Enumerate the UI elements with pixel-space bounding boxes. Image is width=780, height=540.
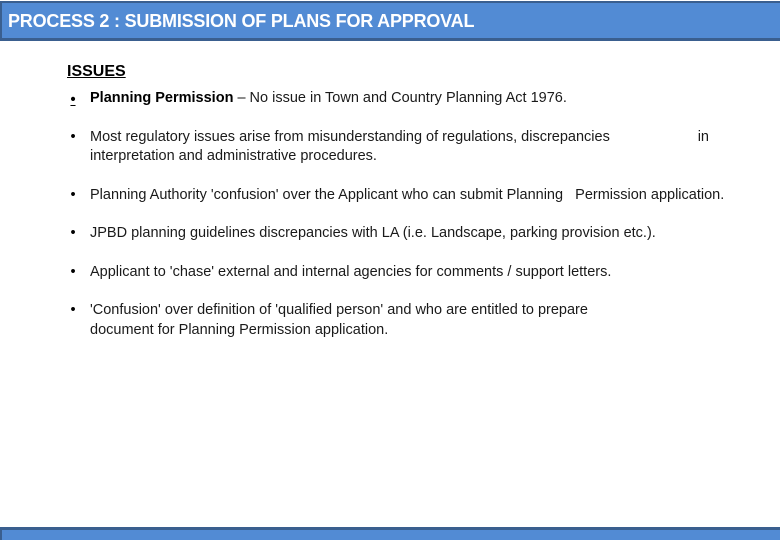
issue-text: Applicant to 'chase' external and intern… — [90, 263, 612, 280]
issue-text-line1: Most regulatory issues arise from misund… — [90, 128, 727, 148]
bullet-icon: • — [70, 302, 76, 318]
issue-text-tail: in — [697, 128, 709, 145]
issue-text: JPBD planning guidelines discrepancies w… — [90, 225, 656, 241]
content-area: ISSUES • Planning Permission – No issue … — [67, 62, 727, 340]
list-item: • JPBD planning guidelines discrepancies… — [67, 224, 727, 244]
title-bar: PROCESS 2 : SUBMISSION OF PLANS FOR APPR… — [0, 1, 780, 41]
list-item: • Most regulatory issues arise from misu… — [67, 128, 727, 167]
slide-title: PROCESS 2 : SUBMISSION OF PLANS FOR APPR… — [8, 11, 475, 31]
issues-list: • Planning Permission – No issue in Town… — [67, 89, 727, 340]
bullet-icon: • — [70, 128, 76, 145]
footer-bar — [0, 527, 780, 540]
list-item: • Applicant to 'chase' external and inte… — [67, 263, 727, 283]
list-item: • Planning Authority 'confusion' over th… — [67, 186, 727, 206]
issue-text: Most regulatory issues arise from misund… — [90, 128, 610, 145]
issues-heading: ISSUES — [67, 63, 126, 80]
issue-text: – No issue in Town and Country Planning … — [233, 90, 567, 106]
slide: PROCESS 2 : SUBMISSION OF PLANS FOR APPR… — [0, 0, 780, 540]
issue-text-line2: interpretation and administrative proced… — [90, 148, 377, 164]
list-item: • 'Confusion' over definition of 'qualif… — [67, 301, 727, 340]
bullet-icon: • — [70, 186, 76, 203]
bullet-icon: • — [70, 225, 76, 241]
issue-lead: Planning Permission — [90, 90, 234, 106]
bullet-icon: • — [70, 263, 76, 280]
issue-text: Planning Authority 'confusion' over the … — [90, 186, 725, 203]
issue-text: 'Confusion' over definition of 'qualifie… — [90, 302, 588, 338]
bullet-icon: • — [70, 92, 76, 108]
list-item: • Planning Permission – No issue in Town… — [67, 89, 727, 109]
